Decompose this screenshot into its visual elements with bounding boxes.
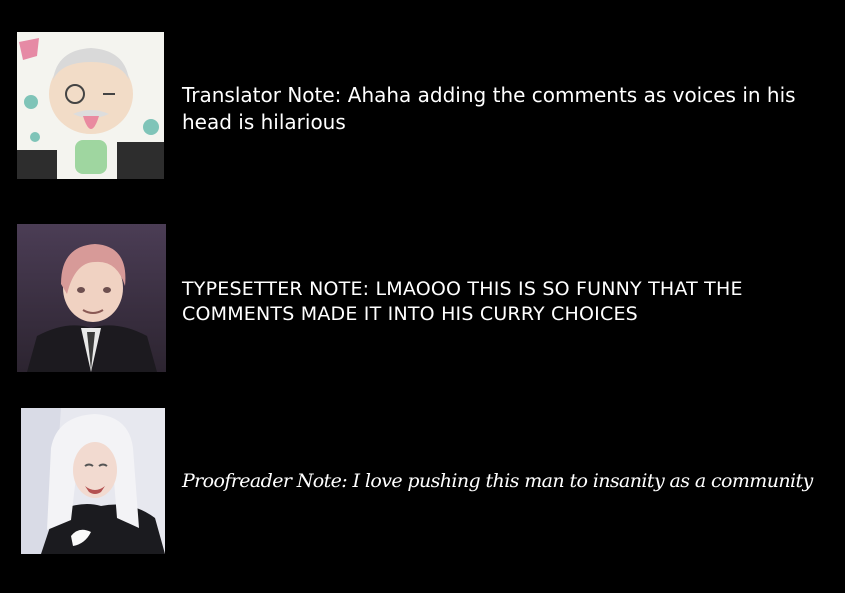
white-haired-man-portrait-icon — [21, 408, 165, 554]
proofreader-note-text: Proofreader Note: I love pushing this ma… — [182, 470, 813, 492]
translator-note-text: Translator Note: Ahaha adding the commen… — [182, 83, 796, 134]
pink-haired-man-portrait-icon — [17, 224, 166, 372]
typesetter-note-text: TYPESETTER NOTE: LMAOOO THIS IS SO FUNNY… — [182, 278, 743, 325]
old-man-portrait-icon — [17, 32, 164, 179]
